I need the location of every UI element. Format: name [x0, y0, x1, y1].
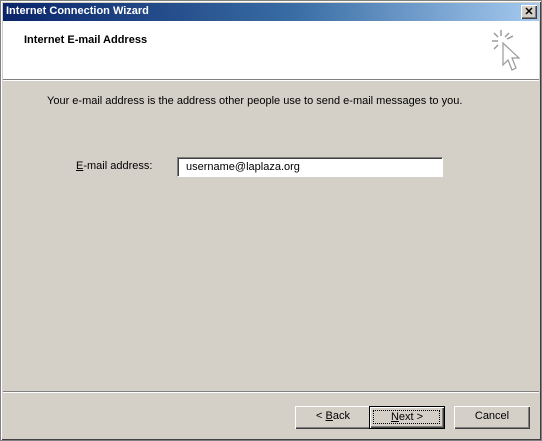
- cancel-button[interactable]: Cancel: [454, 406, 530, 429]
- back-button[interactable]: < Back: [295, 406, 371, 429]
- wizard-cursor-icon: [492, 30, 521, 71]
- email-label: E-mail address:: [76, 160, 152, 172]
- next-text: ext >: [398, 411, 424, 423]
- next-mnemonic: N: [390, 411, 399, 423]
- wizard-header: Internet E-mail Address: [3, 21, 539, 79]
- window-title: Internet Connection Wizard: [6, 5, 149, 17]
- wizard-window: Internet Connection Wizard ✕ Internet E-…: [0, 0, 542, 441]
- footer-divider: [3, 391, 539, 393]
- title-bar[interactable]: Internet Connection Wizard ✕: [3, 3, 539, 21]
- close-icon: ✕: [524, 6, 534, 18]
- back-text: ack: [332, 410, 350, 422]
- next-button-label: Next >: [391, 411, 423, 423]
- header-divider: [3, 79, 539, 81]
- email-field[interactable]: [177, 157, 443, 177]
- back-arrow: <: [316, 410, 326, 422]
- back-mnemonic: B: [325, 410, 333, 422]
- email-label-text: -mail address:: [83, 160, 153, 172]
- back-button-label: < Back: [316, 410, 350, 422]
- page-title: Internet E-mail Address: [24, 34, 148, 46]
- close-button[interactable]: ✕: [521, 5, 537, 19]
- next-button[interactable]: Next >: [369, 406, 445, 429]
- cancel-button-label: Cancel: [474, 410, 510, 422]
- instructions-text: Your e-mail address is the address other…: [47, 95, 463, 107]
